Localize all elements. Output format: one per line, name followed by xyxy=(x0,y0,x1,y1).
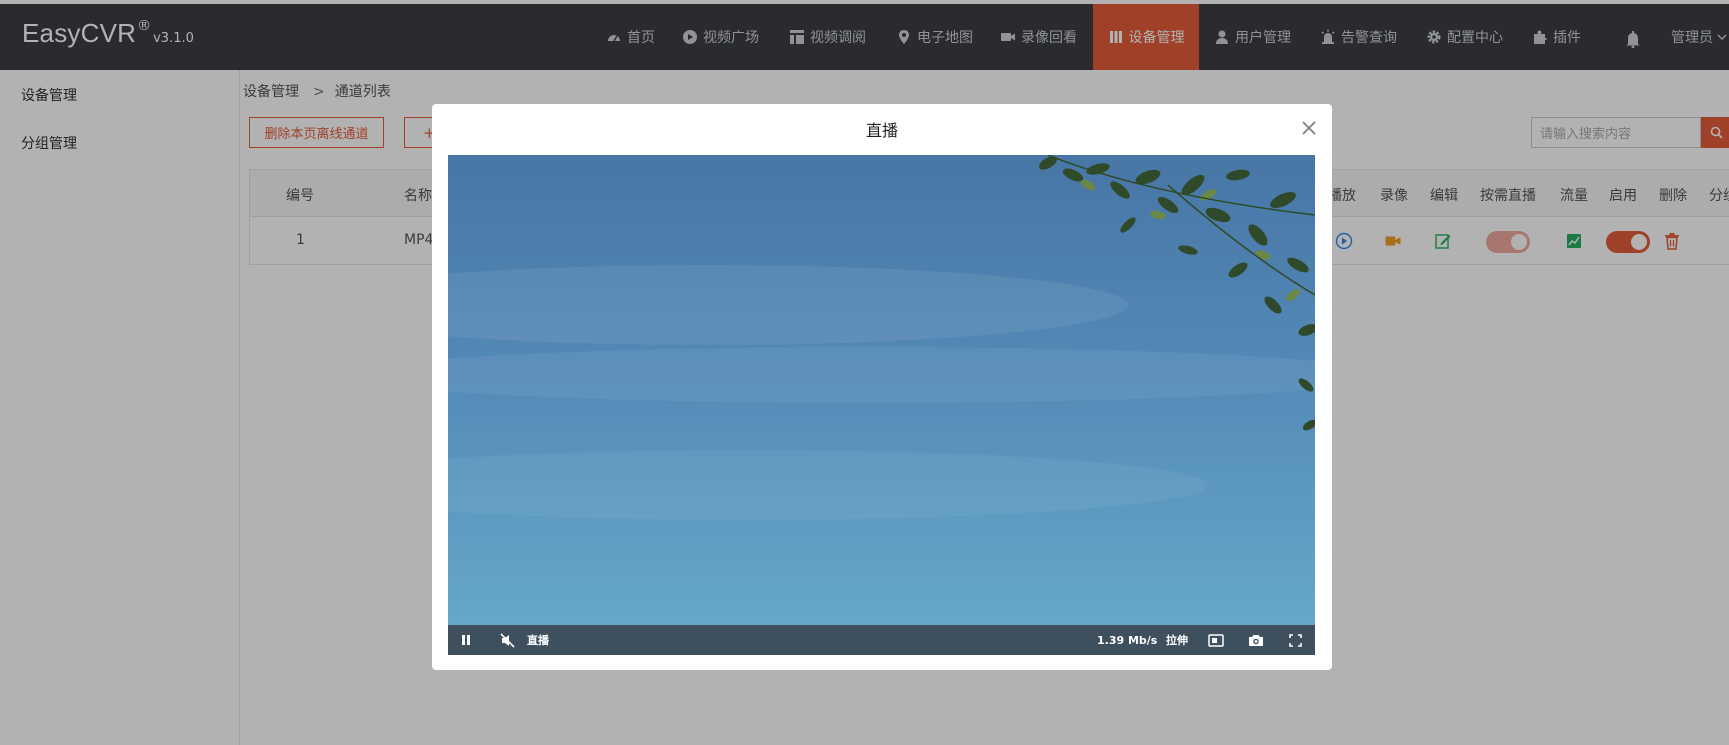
bitrate-readout: 1.39 Mb/s xyxy=(1097,633,1158,647)
player-controls: 直播 1.39 Mb/s 拉伸 xyxy=(448,625,1315,655)
pause-icon xyxy=(462,635,470,645)
live-label: 直播 xyxy=(527,634,549,647)
live-modal: 直播 直播 1.39 Mb/s 拉伸 xyxy=(432,104,1332,670)
snapshot-button[interactable] xyxy=(1248,625,1264,655)
muted-speaker-icon xyxy=(500,632,515,648)
camera-icon xyxy=(1249,635,1263,646)
modal-title: 直播 xyxy=(865,121,898,140)
video-frame xyxy=(448,155,1315,625)
mute-button[interactable] xyxy=(500,625,515,655)
record-button[interactable] xyxy=(1208,625,1224,655)
fullscreen-button[interactable] xyxy=(1289,625,1302,655)
pause-button[interactable] xyxy=(460,625,472,655)
live-video-player[interactable]: 直播 1.39 Mb/s 拉伸 xyxy=(448,155,1315,655)
stretch-button[interactable]: 拉伸 xyxy=(1166,625,1188,655)
fullscreen-icon xyxy=(1289,633,1302,647)
video-record-icon xyxy=(1208,633,1224,647)
close-icon[interactable] xyxy=(1300,119,1318,137)
